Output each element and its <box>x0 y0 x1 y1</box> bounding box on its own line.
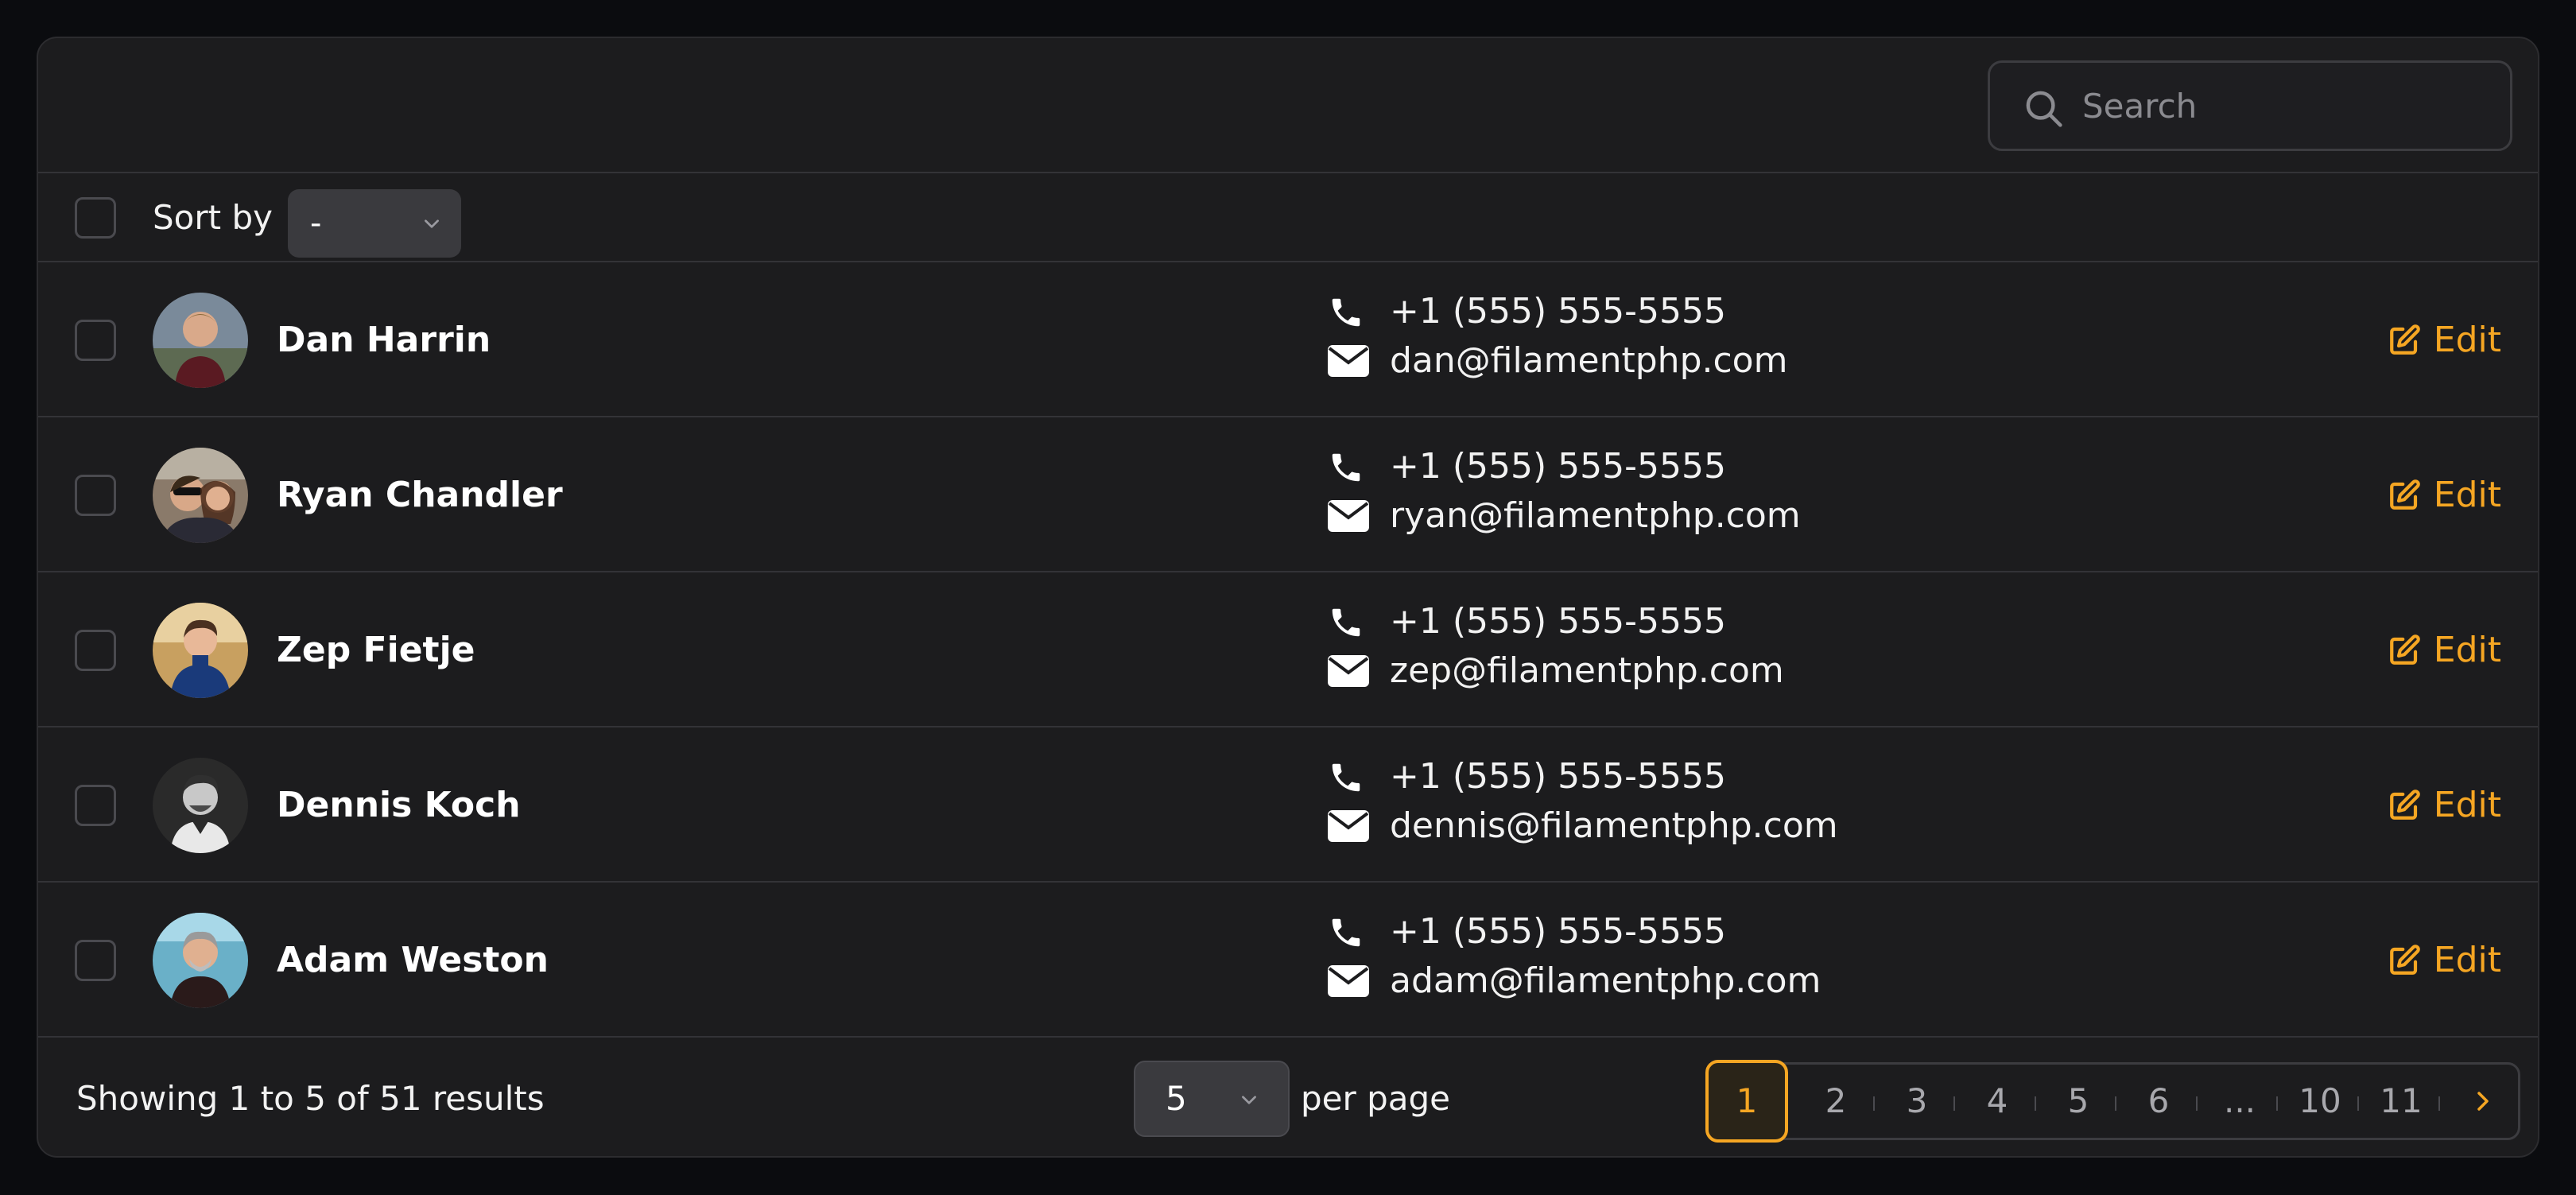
page-button-11[interactable]: 11 <box>2377 1065 2425 1138</box>
phone-number: +1 (555) 555-5555 <box>1390 601 1726 642</box>
chevron-down-icon <box>425 219 439 228</box>
table-row[interactable]: Dan Harrin +1 (555) 555-5555 dan@filamen… <box>38 262 2538 417</box>
edit-button[interactable]: Edit <box>2388 262 2501 417</box>
phone-icon <box>1332 608 1360 637</box>
edit-label: Edit <box>2433 940 2501 980</box>
avatar <box>153 913 248 1008</box>
page-separator <box>2196 1096 2198 1111</box>
page-button-3[interactable]: 3 <box>1893 1065 1941 1138</box>
results-summary: Showing 1 to 5 of 51 results <box>76 1079 545 1118</box>
phone-icon <box>1332 918 1360 947</box>
email-address: dennis@filamentphp.com <box>1390 805 1838 846</box>
row-checkbox[interactable] <box>75 785 116 826</box>
edit-icon <box>2389 789 2420 820</box>
edit-label: Edit <box>2433 630 2501 670</box>
edit-label: Edit <box>2433 320 2501 360</box>
edit-label: Edit <box>2433 785 2501 825</box>
email-address: ryan@filamentphp.com <box>1390 495 1801 536</box>
email-address: dan@filamentphp.com <box>1390 340 1788 381</box>
search-box[interactable] <box>1988 60 2512 151</box>
phone-icon <box>1332 453 1360 482</box>
avatar <box>153 758 248 853</box>
page-button-1[interactable]: 1 <box>1705 1060 1788 1143</box>
table-card: Sort by - Dan Harrin +1 (555) 555-5555 d… <box>37 37 2539 1158</box>
page-separator <box>2035 1096 2036 1111</box>
edit-button[interactable]: Edit <box>2388 572 2501 727</box>
phone-number: +1 (555) 555-5555 <box>1390 291 1726 332</box>
phone-number: +1 (555) 555-5555 <box>1390 756 1726 797</box>
edit-button[interactable]: Edit <box>2388 727 2501 883</box>
table-row[interactable]: Adam Weston +1 (555) 555-5555 adam@filam… <box>38 883 2538 1038</box>
per-page-value: 5 <box>1166 1079 1187 1118</box>
edit-icon <box>2389 944 2420 975</box>
table-row[interactable]: Dennis Koch +1 (555) 555-5555 dennis@fil… <box>38 727 2538 883</box>
table-row[interactable]: Zep Fietje +1 (555) 555-5555 zep@filamen… <box>38 572 2538 727</box>
user-name: Dan Harrin <box>277 320 491 360</box>
user-name: Dennis Koch <box>277 785 521 825</box>
avatar <box>153 448 248 543</box>
row-checkbox[interactable] <box>75 630 116 671</box>
page-button-10[interactable]: 10 <box>2296 1065 2344 1138</box>
page-button-4[interactable]: 4 <box>1973 1065 2021 1138</box>
edit-icon <box>2389 479 2420 510</box>
edit-button[interactable]: Edit <box>2388 883 2501 1038</box>
search-icon <box>2026 91 2062 127</box>
next-page-button[interactable] <box>2459 1065 2507 1138</box>
phone-icon <box>1332 298 1360 327</box>
mail-icon <box>1328 345 1369 377</box>
user-name: Ryan Chandler <box>277 475 563 515</box>
per-page-select[interactable]: 5 <box>1134 1061 1290 1137</box>
edit-button[interactable]: Edit <box>2388 417 2501 572</box>
user-name: Adam Weston <box>277 940 549 980</box>
email-address: zep@filamentphp.com <box>1390 650 1784 691</box>
sort-bar: Sort by - <box>38 173 2538 262</box>
mail-icon <box>1328 965 1369 997</box>
page-separator <box>2357 1096 2359 1111</box>
select-all-checkbox[interactable] <box>75 197 116 239</box>
page-button-5[interactable]: 5 <box>2054 1065 2102 1138</box>
page-ellipsis: ... <box>2223 1081 2256 1120</box>
page-separator <box>2115 1096 2116 1111</box>
user-name: Zep Fietje <box>277 630 475 670</box>
per-page-label: per page <box>1301 1079 1451 1118</box>
phone-number: +1 (555) 555-5555 <box>1390 446 1726 487</box>
page-separator <box>1873 1096 1875 1111</box>
sort-select[interactable]: - <box>288 189 461 258</box>
mail-icon <box>1328 655 1369 687</box>
row-checkbox[interactable] <box>75 940 116 981</box>
email-address: adam@filamentphp.com <box>1390 960 1821 1001</box>
phone-number: +1 (555) 555-5555 <box>1390 911 1726 952</box>
edit-icon <box>2389 324 2420 355</box>
chevron-right-icon <box>2477 1092 2489 1111</box>
mail-icon <box>1328 810 1369 842</box>
sort-label: Sort by <box>153 198 273 237</box>
phone-icon <box>1332 763 1360 792</box>
page-separator <box>2276 1096 2278 1111</box>
page-button-2[interactable]: 2 <box>1812 1065 1860 1138</box>
row-checkbox[interactable] <box>75 320 116 361</box>
table-row[interactable]: Ryan Chandler +1 (555) 555-5555 ryan@fil… <box>38 417 2538 572</box>
table-header <box>38 38 2538 173</box>
edit-icon <box>2389 634 2420 665</box>
page-separator <box>1953 1096 1955 1111</box>
avatar <box>153 603 248 698</box>
avatar <box>153 293 248 388</box>
page-button-6[interactable]: 6 <box>2135 1065 2182 1138</box>
pagination: 1 2 3 4 5 6 ... 10 11 <box>1705 1060 2520 1143</box>
table-footer: Showing 1 to 5 of 51 results 5 per page … <box>38 1038 2538 1156</box>
row-checkbox[interactable] <box>75 475 116 516</box>
mail-icon <box>1328 500 1369 532</box>
search-input[interactable] <box>2082 63 2496 149</box>
page-separator <box>2438 1096 2440 1111</box>
sort-select-value: - <box>310 205 322 242</box>
chevron-down-icon <box>1242 1096 1256 1104</box>
edit-label: Edit <box>2433 475 2501 515</box>
